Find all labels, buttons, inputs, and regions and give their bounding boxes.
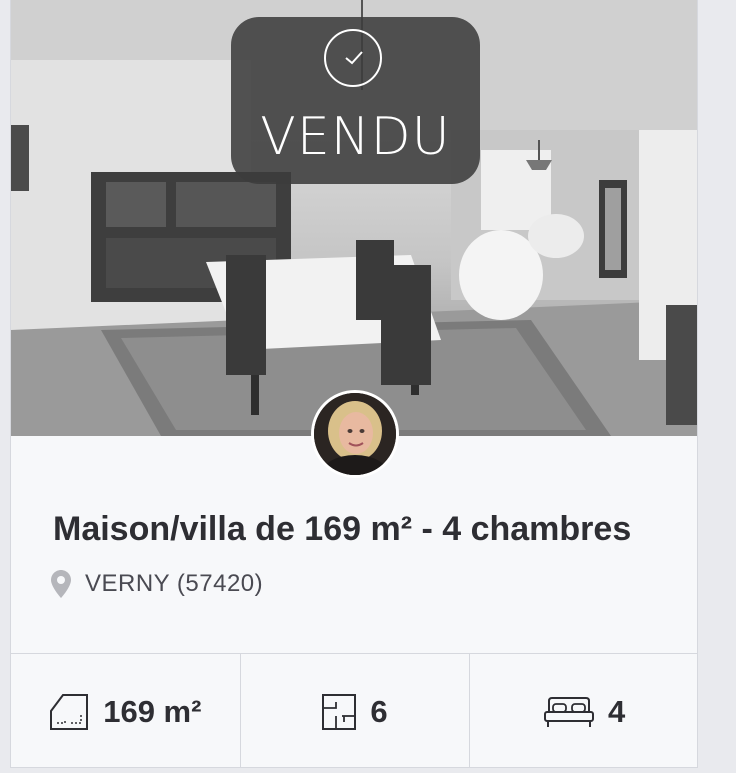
sold-badge: VENDU — [231, 17, 480, 184]
agent-avatar[interactable] — [311, 390, 399, 478]
check-circle-icon — [324, 29, 382, 87]
floor-area-icon — [50, 693, 89, 730]
features-bar: 169 m² 6 4 — [11, 653, 697, 767]
listing-title[interactable]: Maison/villa de 169 m² - 4 chambres — [53, 510, 631, 549]
surface-value: 169 m² — [103, 693, 202, 729]
bedrooms-value: 4 — [608, 693, 626, 729]
floor-plan-icon — [322, 693, 357, 730]
property-photo[interactable]: VENDU — [11, 0, 697, 436]
location-text: VERNY (57420) — [85, 570, 264, 597]
rooms-value: 6 — [370, 693, 388, 729]
sold-badge-label: VENDU — [260, 107, 451, 167]
feature-rooms: 6 — [241, 654, 471, 767]
listing-location: VERNY (57420) — [51, 568, 263, 600]
feature-bedrooms: 4 — [470, 654, 697, 767]
feature-surface: 169 m² — [11, 654, 241, 767]
property-card[interactable]: VENDU Maison/villa de 169 m² - 4 chambre… — [10, 0, 698, 768]
map-pin-icon — [51, 570, 71, 598]
bed-icon — [544, 696, 595, 727]
